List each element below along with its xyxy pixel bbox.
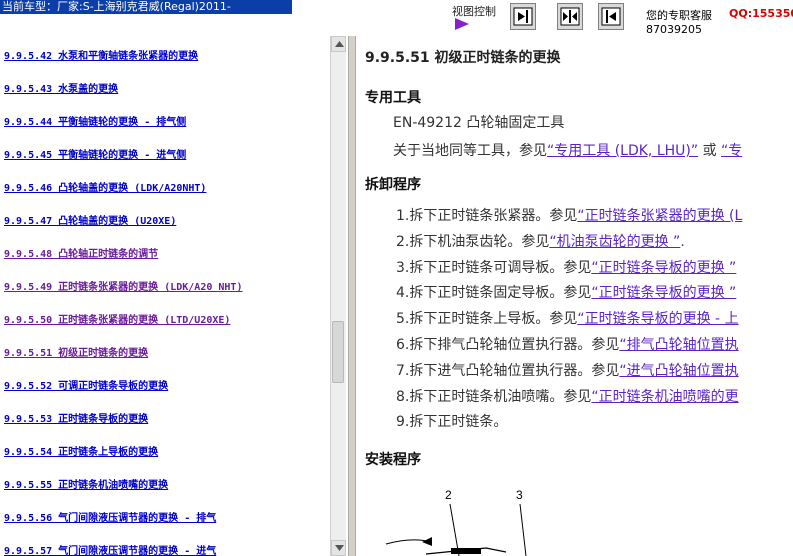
nav-scrollbar[interactable] — [330, 36, 346, 556]
step-reference-link[interactable]: “正时链条导板的更换 ” — [591, 260, 736, 276]
panel-right-icon — [513, 7, 533, 26]
step-reference-link[interactable]: “正时链条张紧器的更换 (L — [577, 208, 742, 224]
removal-step: 2.拆下机油泵齿轮。参见“机油泵齿轮的更换 ”. — [396, 231, 685, 251]
nav-link[interactable]: 9.9.5.43 水泵盖的更换 — [4, 80, 118, 95]
installation-diagram: 2 3 — [385, 488, 527, 556]
view-control-label: 视图控制 — [452, 5, 496, 18]
top-bar: 当前车型：厂家:S-上海别克君威(Regal)2011- 视图控制 您的专职客服… — [0, 0, 793, 36]
scroll-down-button[interactable] — [331, 540, 346, 556]
or-text: 或 — [698, 143, 722, 159]
callout-2: 2 — [445, 488, 452, 502]
document-pane: 9.9.5.51 初级正时链条的更换 专用工具 EN-49212 凸轮轴固定工具… — [356, 36, 793, 556]
document-title: 9.9.5.51 初级正时链条的更换 — [365, 50, 561, 66]
step-reference-link[interactable]: “机油泵齿轮的更换 ” — [549, 234, 680, 250]
arrow-up-icon — [335, 41, 344, 47]
nav-link[interactable]: 9.9.5.50 正时链条张紧器的更换 (LTD/U20XE) — [4, 311, 230, 326]
current-car-model: 当前车型：厂家:S-上海别克君威(Regal)2011- — [0, 0, 292, 14]
special-tools-link-2[interactable]: “专 — [721, 143, 742, 159]
removal-step: 8.拆下正时链条机油喷嘴。参见“正时链条机油喷嘴的更 — [396, 386, 739, 406]
split-pane-button[interactable] — [557, 3, 583, 30]
nav-link[interactable]: 9.9.5.45 平衡轴链轮的更换 - 进气侧 — [4, 146, 186, 161]
step-reference-link[interactable]: “正时链条导板的更换 - 上 — [577, 311, 738, 327]
removal-procedure-heading: 拆卸程序 — [365, 177, 421, 193]
equivalent-tools-text: 关于当地同等工具，参见 — [393, 143, 547, 159]
step-text: 7.拆下进气凸轮轴位置执行器。参见 — [396, 362, 620, 379]
panel-split-icon — [560, 7, 580, 26]
step-text: 2.拆下机油泵齿轮。参见 — [396, 233, 550, 250]
service-label: 您的专职客服 — [646, 9, 712, 22]
nav-link[interactable]: 9.9.5.44 平衡轴链轮的更换 - 排气侧 — [4, 113, 186, 128]
callout-3: 3 — [516, 488, 523, 502]
nav-link[interactable]: 9.9.5.48 凸轮轴正时链条的调节 — [4, 245, 158, 260]
nav-link[interactable]: 9.9.5.49 正时链条张紧器的更换 (LDK/A20 NHT) — [4, 278, 242, 293]
nav-link[interactable]: 9.9.5.47 凸轮轴盖的更换 (U20XE) — [4, 212, 176, 227]
service-phone: 87039205 — [646, 23, 702, 36]
show-left-pane-button[interactable] — [598, 3, 624, 30]
nav-link[interactable]: 9.9.5.54 正时链条上导板的更换 — [4, 443, 158, 458]
diagram-arrow — [422, 537, 432, 546]
nav-link[interactable]: 9.9.5.51 初级正时链条的更换 — [4, 344, 148, 359]
step-text: 3.拆下正时链条可调导板。参见 — [396, 259, 592, 276]
step-text: 5.拆下正时链条上导板。参见 — [396, 311, 578, 328]
step-text: 1.拆下正时链条张紧器。参见 — [396, 208, 578, 224]
removal-step: 5.拆下正时链条上导板。参见“正时链条导板的更换 - 上 — [396, 308, 739, 328]
nav-link[interactable]: 9.9.5.55 正时链条机油喷嘴的更换 — [4, 476, 168, 491]
nav-link[interactable]: 9.9.5.56 气门间隙液压调节器的更换 - 排气 — [4, 509, 216, 524]
equivalent-tools-line: 关于当地同等工具，参见“专用工具 (LDK, LHU)” 或 “专 — [393, 140, 742, 160]
panel-left-icon — [601, 7, 621, 26]
tool-line: EN-49212 凸轮轴固定工具 — [393, 115, 565, 131]
step-text: 9.拆下正时链条。 — [396, 414, 508, 431]
removal-step: 9.拆下正时链条。 — [396, 411, 507, 431]
special-tools-heading: 专用工具 — [365, 90, 421, 106]
removal-step: 1.拆下正时链条张紧器。参见“正时链条张紧器的更换 (L — [396, 205, 742, 225]
show-right-pane-button[interactable] — [510, 3, 536, 30]
step-text: 4.拆下正时链条固定导板。参见 — [396, 285, 592, 302]
nav-link[interactable]: 9.9.5.53 正时链条导板的更换 — [4, 410, 148, 425]
scroll-thumb[interactable] — [332, 321, 344, 383]
nav-link[interactable]: 9.9.5.52 可调正时链条导板的更换 — [4, 377, 168, 392]
nav-link[interactable]: 9.9.5.46 凸轮轴盖的更换 (LDK/A20NHT) — [4, 179, 206, 194]
nav-link[interactable]: 9.9.5.42 水泵和平衡轴链条张紧器的更换 — [4, 47, 198, 62]
installation-procedure-heading: 安装程序 — [365, 452, 421, 468]
removal-step: 3.拆下正时链条可调导板。参见“正时链条导板的更换 ” — [396, 257, 736, 277]
special-tools-link[interactable]: “专用工具 (LDK, LHU)” — [547, 143, 698, 159]
view-control-play-icon[interactable] — [455, 18, 469, 30]
step-reference-link[interactable]: “进气凸轮轴位置执 — [619, 363, 738, 379]
pane-splitter[interactable] — [348, 36, 356, 556]
step-reference-link[interactable]: “正时链条机油喷嘴的更 — [591, 389, 738, 405]
removal-step: 7.拆下进气凸轮轴位置执行器。参见“进气凸轮轴位置执 — [396, 360, 739, 380]
step-text: 8.拆下正时链条机油喷嘴。参见 — [396, 388, 592, 405]
arrow-down-icon — [335, 545, 344, 551]
step-text: 6.拆下排气凸轮轴位置执行器。参见 — [396, 337, 620, 353]
removal-step: 6.拆下排气凸轮轴位置执行器。参见“排气凸轮轴位置执 — [396, 334, 739, 354]
nav-link[interactable]: 9.9.5.57 气门间隙液压调节器的更换 - 进气 — [4, 542, 216, 556]
nav-pane: 9.9.5.42 水泵和平衡轴链条张紧器的更换 9.9.5.43 水泵盖的更换 9.… — [0, 36, 348, 556]
removal-step: 4.拆下正时链条固定导板。参见“正时链条导板的更换 ” — [396, 282, 736, 302]
qq-contact[interactable]: QQ:155350 — [729, 7, 793, 20]
scroll-up-button[interactable] — [331, 36, 346, 52]
step-reference-link[interactable]: “正时链条导板的更换 ” — [591, 285, 736, 301]
step-tail: . — [680, 233, 685, 250]
step-reference-link[interactable]: “排气凸轮轴位置执 — [619, 337, 738, 353]
